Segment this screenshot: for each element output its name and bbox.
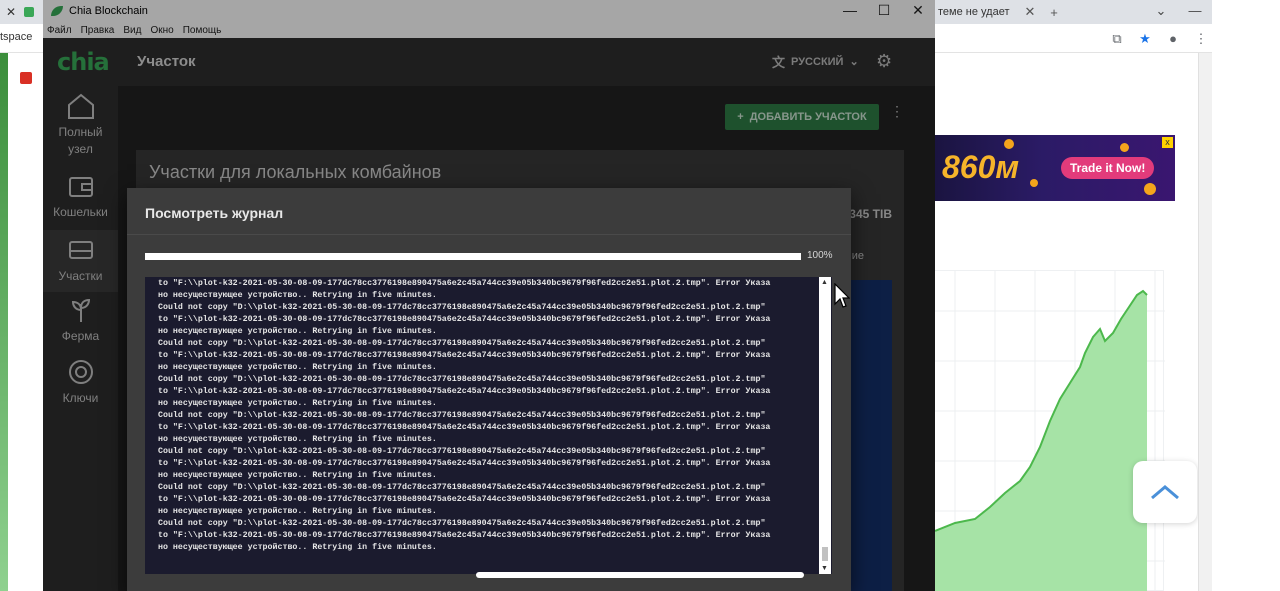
chia-window: Chia Blockchain — ☐ ✕ Файл Правка Вид Ок…: [43, 0, 935, 591]
minimize-icon[interactable]: —: [1178, 0, 1212, 24]
progress-label: 100%: [807, 250, 833, 261]
progress-bar: [145, 253, 801, 260]
background-margin: [1212, 0, 1280, 591]
translate-icon[interactable]: ⧉: [1106, 28, 1128, 50]
log-text: to "F:\\plot-k32-2021-05-30-08-09-177dc7…: [158, 279, 771, 552]
coin-icon: [1004, 139, 1014, 149]
price-chart-svg: [934, 271, 1165, 591]
dialog-divider: [127, 234, 851, 235]
background-scrollbar[interactable]: [1198, 53, 1212, 591]
dialog-title: Посмотреть журнал: [145, 205, 284, 221]
background-address-text: tspace: [0, 31, 33, 43]
background-left-strip: [0, 53, 8, 591]
log-vertical-scrollbar[interactable]: ▲ ▼: [819, 277, 831, 574]
chevron-up-icon: [1151, 485, 1179, 500]
progress-fill: [145, 253, 801, 260]
background-tab-title: теме не удает: [938, 6, 1010, 18]
background-price-chart: [934, 270, 1165, 591]
bookmark-favicon-icon[interactable]: [20, 72, 32, 84]
coin-icon: [1120, 143, 1129, 152]
background-ad-banner[interactable]: 860м Trade it Now! x: [934, 135, 1175, 201]
background-tab-left[interactable]: ✕: [0, 0, 35, 24]
tab-search-icon[interactable]: ⌄: [1144, 0, 1178, 24]
ad-logo: 860м: [942, 149, 1020, 185]
scrollbar-thumb[interactable]: [822, 547, 828, 561]
ad-close-icon[interactable]: x: [1162, 137, 1173, 148]
coin-icon: [1144, 183, 1156, 195]
ad-trade-button[interactable]: Trade it Now!: [1061, 157, 1155, 179]
tab-favicon-icon: [24, 7, 35, 17]
bookmark-star-icon[interactable]: ★: [1134, 28, 1156, 50]
tab-close-icon[interactable]: ✕: [6, 5, 16, 19]
scroll-up-arrow-icon[interactable]: ▲: [821, 279, 828, 286]
menu-dots-icon[interactable]: ⋮: [1190, 28, 1212, 50]
price-area: [935, 291, 1147, 591]
background-tab-right[interactable]: теме не удает ✕ +: [934, 0, 1066, 24]
scroll-down-arrow-icon[interactable]: ▼: [821, 565, 828, 572]
scroll-to-top-button[interactable]: [1133, 461, 1197, 523]
new-tab-plus-icon[interactable]: +: [1042, 5, 1066, 20]
tab-close-icon[interactable]: ✕: [1018, 4, 1042, 20]
mouse-cursor-icon: [834, 283, 850, 308]
log-horizontal-scrollbar[interactable]: [476, 572, 804, 578]
view-log-dialog: Посмотреть журнал 100% to "F:\\plot-k32-…: [127, 188, 851, 591]
log-output[interactable]: to "F:\\plot-k32-2021-05-30-08-09-177dc7…: [145, 277, 832, 574]
coin-icon: [1030, 179, 1038, 187]
profile-icon[interactable]: ●: [1162, 28, 1184, 50]
